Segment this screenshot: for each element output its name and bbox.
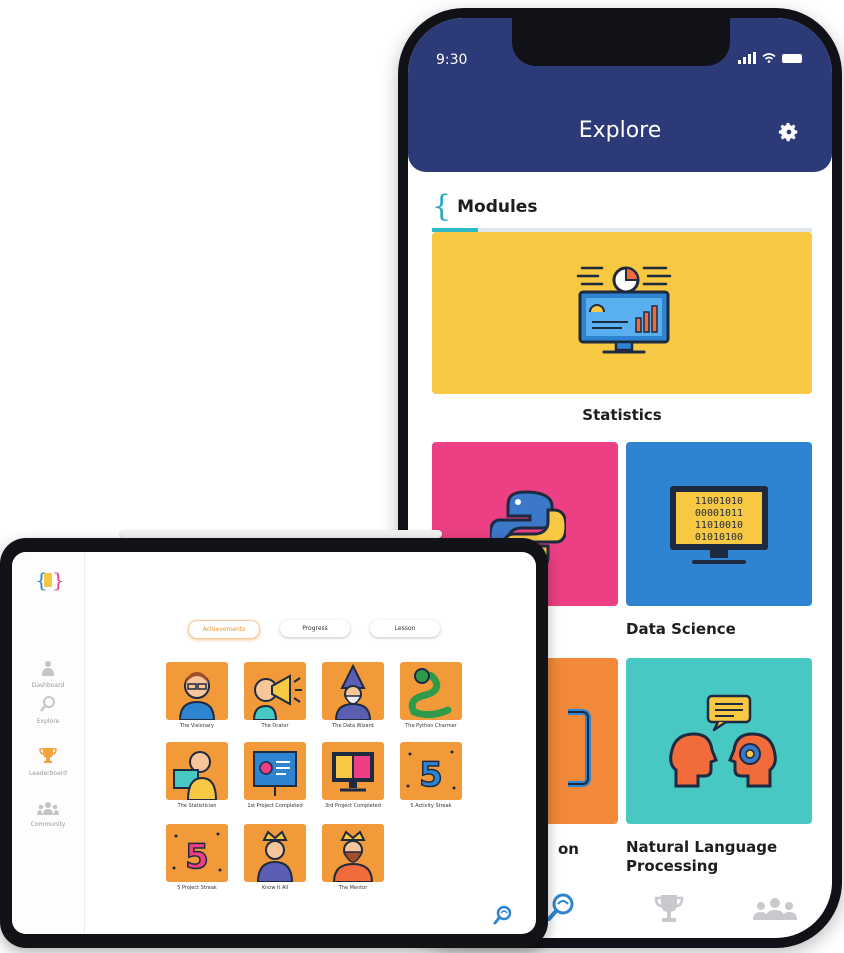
badge-data-wizard[interactable] [322, 662, 384, 721]
mentor-beard-icon [332, 830, 374, 883]
dashboard-icon [42, 661, 54, 676]
stylus-pencil [120, 530, 442, 538]
statistics-monitor-icon [576, 266, 672, 354]
module-label-orange: on [558, 840, 579, 858]
community-icon[interactable] [752, 896, 798, 922]
tablet-screen: { } Dashboard Explore Leaderboard Commun… [12, 552, 536, 934]
modules-label: Modules [457, 197, 538, 217]
sidebar-item-leaderboard[interactable]: Leaderboard [12, 746, 84, 777]
module-card-statistics[interactable] [432, 232, 812, 394]
badge-caption: Know it All [261, 885, 289, 891]
visionary-avatar-icon [178, 672, 216, 721]
badge-orator[interactable] [244, 662, 306, 721]
battery-icon [782, 53, 802, 63]
module-card-nlp[interactable] [626, 658, 812, 824]
orator-megaphone-icon [252, 674, 302, 721]
status-icons [738, 52, 802, 64]
sidebar-item-explore[interactable]: Explore [12, 696, 84, 725]
gear-icon[interactable] [778, 121, 800, 143]
badge-caption: 3rd Project Completed [325, 803, 381, 809]
sidebar-item-community[interactable]: Community [12, 800, 84, 828]
explore-icon[interactable] [546, 892, 576, 922]
badge-first-project[interactable] [244, 742, 306, 800]
svg-text:00001011: 00001011 [695, 508, 743, 519]
badge-activity-streak[interactable]: 5 [400, 742, 462, 800]
modules-heading: { Modules [432, 192, 537, 222]
signal-icon [738, 52, 756, 64]
tab-progress[interactable]: Progress [280, 620, 350, 637]
module-label-nlp: Natural Language Processing [626, 838, 778, 875]
sidebar-label-leaderboard: Leaderboard [29, 770, 67, 777]
five-streak-icon: 5 [172, 832, 222, 878]
module-label-statistics: Statistics [582, 406, 662, 424]
crowned-king-icon [256, 830, 294, 883]
app-logo-icon: { } [35, 568, 62, 592]
tablet-device: { } Dashboard Explore Leaderboard Commun… [0, 538, 548, 948]
monitor-project-icon [332, 752, 374, 792]
badge-caption: 5 Activity Streak [410, 803, 452, 809]
statistician-icon [173, 751, 218, 801]
module-card-data-science[interactable]: 11001010 00001011 11010010 01010100 [626, 442, 812, 606]
trophy-icon[interactable] [654, 892, 684, 924]
sidebar-label-explore: Explore [36, 718, 60, 725]
svg-text:11001010: 11001010 [695, 496, 743, 507]
tab-lesson[interactable]: Lesson [370, 620, 440, 637]
module-label-data-science: Data Science [626, 620, 736, 638]
sidebar-label-dashboard: Dashboard [31, 682, 65, 689]
community-icon [37, 802, 59, 815]
badge-caption: 5 Project Streak [177, 885, 217, 891]
svg-text:5: 5 [185, 837, 209, 877]
page-title: Explore [578, 118, 662, 143]
status-time: 9:30 [436, 52, 468, 68]
wizard-icon [334, 663, 372, 721]
badge-caption: The Data Wizard [332, 723, 374, 729]
badge-caption: The Orator [261, 723, 289, 729]
explore-icon [40, 696, 55, 712]
presentation-board-icon [253, 751, 297, 796]
badge-mentor[interactable] [322, 824, 384, 883]
badge-third-project[interactable] [322, 742, 384, 800]
wifi-icon [762, 53, 776, 63]
five-streak-icon: 5 [406, 750, 456, 796]
svg-text:5: 5 [419, 755, 443, 795]
badge-caption: 1st Project Completed [247, 803, 303, 809]
badge-project-streak[interactable]: 5 [166, 824, 228, 882]
sidebar-label-community: Community [30, 821, 66, 828]
trophy-icon [39, 748, 57, 763]
badge-visionary[interactable] [166, 662, 228, 721]
phone-notch [512, 18, 730, 66]
snake-icon [408, 668, 452, 719]
badge-caption: The Statistician [177, 803, 217, 809]
explore-icon[interactable] [492, 904, 514, 926]
binary-monitor-icon: 11001010 00001011 11010010 01010100 [670, 486, 768, 564]
badge-python-charmer[interactable] [400, 662, 462, 720]
badge-know-it-all[interactable] [244, 824, 306, 883]
badge-caption: The Mentor [338, 885, 368, 891]
badge-statistician[interactable] [166, 742, 228, 801]
svg-text:01010100: 01010100 [695, 532, 743, 543]
code-brackets-icon [568, 709, 591, 787]
modules-brace: { [432, 189, 452, 224]
badge-caption: The Python Charmer [405, 723, 457, 729]
human-ai-speech-icon [669, 694, 777, 788]
badge-caption: The Visionary [180, 723, 214, 729]
svg-text:11010010: 11010010 [695, 520, 743, 531]
tab-achievements[interactable]: Achievements [188, 620, 260, 639]
sidebar-item-dashboard[interactable]: Dashboard [12, 660, 84, 689]
svg-text:}: } [52, 568, 62, 592]
tablet-sidebar: { } Dashboard Explore Leaderboard Commun… [12, 552, 85, 934]
